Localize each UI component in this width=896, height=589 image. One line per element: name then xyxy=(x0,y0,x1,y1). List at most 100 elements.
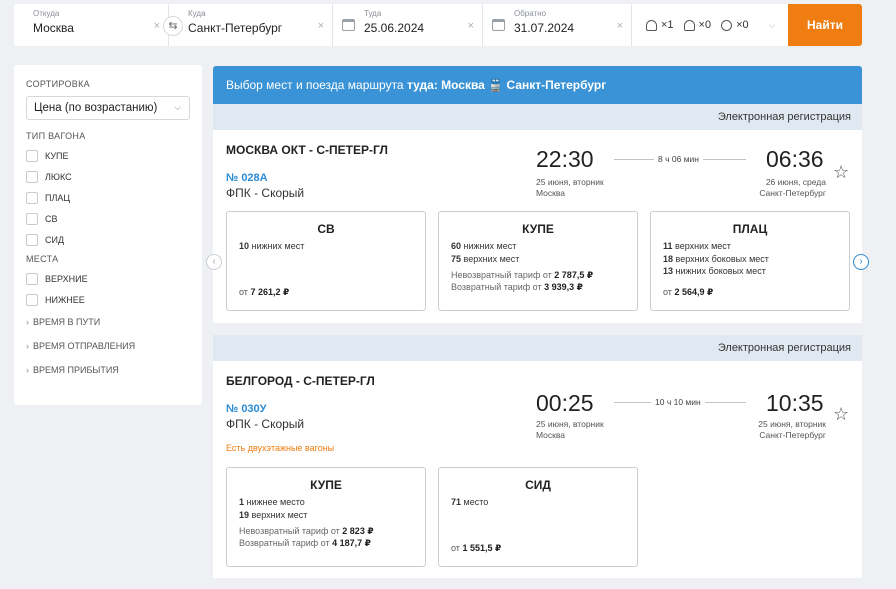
filter-section-label: ВРЕМЯ ОТПРАВЛЕНИЯ xyxy=(33,341,136,351)
class-option-2[interactable]: ПЛАЦ 11 верхних мест 18 верхних боковых ме… xyxy=(650,211,850,311)
wagon-type-checkbox[interactable]: ПЛАЦ xyxy=(26,187,190,208)
chevron-down-icon[interactable]: ⌵ xyxy=(769,20,776,31)
class-name: СВ xyxy=(317,222,335,236)
wagon-type-checkbox[interactable]: СИД xyxy=(26,229,190,250)
wagon-type-checkbox[interactable]: ЛЮКС xyxy=(26,166,190,187)
price-prefix: от xyxy=(663,287,675,297)
seat-type: верхних мест xyxy=(463,253,520,264)
seat-availability: 19 верхних мест xyxy=(239,509,413,522)
price-from: от 7 261,2 ₽ xyxy=(239,287,289,298)
filter-section-label: ВРЕМЯ В ПУТИ xyxy=(33,317,101,327)
date-there-label: Туда xyxy=(364,9,382,18)
price-from: от 2 564,9 ₽ xyxy=(663,287,713,298)
clear-date-there-icon[interactable]: × xyxy=(468,20,474,32)
checkbox-box[interactable] xyxy=(26,272,38,285)
price-value: 2 564,9 ₽ xyxy=(674,287,714,297)
class-option-1[interactable]: СИД 71 место от 1 551,5 ₽ xyxy=(438,467,638,567)
search-bar: Откуда Москва × ⇆ Куда Санкт-Петербург ×… xyxy=(14,4,862,46)
ereg-bar: Электронная регистрация xyxy=(213,104,862,130)
clear-date-back-icon[interactable]: × xyxy=(617,20,623,32)
seat-availability: 75 верхних мест xyxy=(451,253,625,266)
tariff-label: Невозвратный тариф от xyxy=(239,526,343,536)
date-back-field[interactable]: Обратно 31.07.2024 × xyxy=(483,4,632,46)
tariff-row: Невозвратный тариф от 2 823 ₽ xyxy=(239,525,413,537)
seat-count: 18 xyxy=(663,253,674,264)
scroll-right-icon[interactable]: › xyxy=(853,254,869,270)
date-there-field[interactable]: Туда 25.06.2024 × xyxy=(333,4,483,46)
chevron-right-icon: › xyxy=(26,365,29,375)
price-value: 1 551,5 ₽ xyxy=(462,543,502,553)
sort-select[interactable]: Цена (по возрастанию) ⌵ xyxy=(26,96,190,120)
favorite-star-icon[interactable]: ☆ xyxy=(833,404,849,425)
seat-count: 10 xyxy=(239,241,250,251)
calendar-icon xyxy=(342,19,355,31)
ereg-bar: Электронная регистрация xyxy=(213,335,862,361)
to-input[interactable]: Санкт-Петербург xyxy=(188,21,282,35)
tariff-label: Невозвратный тариф от xyxy=(451,270,555,280)
clear-to-icon[interactable]: × xyxy=(318,20,324,32)
filter-section-toggle[interactable]: › ВРЕМЯ В ПУТИ xyxy=(26,310,190,334)
wagon-type-label: СВ xyxy=(45,213,58,224)
to-field[interactable]: Куда Санкт-Петербург × xyxy=(169,4,333,46)
seat-type: нижних мест xyxy=(251,241,305,251)
scroll-left-icon[interactable]: ‹ xyxy=(206,254,222,270)
train-card: МОСКВА ОКТ - С-ПЕТЕР-ГЛ № 028А ФПК - Ско… xyxy=(206,130,869,323)
departure-info: 25 июня, вторник Москва xyxy=(536,177,604,199)
wagon-type-checkbox[interactable]: СВ xyxy=(26,208,190,229)
train-icon: 🚆 xyxy=(488,78,504,92)
from-field[interactable]: Откуда Москва × xyxy=(14,4,169,46)
train-name: ФПК - Скорый xyxy=(226,417,305,431)
wagon-type-checkbox[interactable]: КУПЕ xyxy=(26,145,190,166)
banner-destination: Санкт-Петербург xyxy=(506,78,607,92)
wagon-type-label: ЛЮКС xyxy=(45,171,72,182)
seat-type: верхних мест xyxy=(675,241,731,251)
departure-city: Москва xyxy=(536,188,566,198)
chevron-right-icon: › xyxy=(26,341,29,351)
arrival-date: 26 июня, среда xyxy=(765,177,826,187)
checkbox-box[interactable] xyxy=(26,212,38,225)
class-name: ПЛАЦ xyxy=(732,222,768,236)
class-option-0[interactable]: КУПЕ 1 нижнее место 19 верхних мест Невозвр… xyxy=(226,467,426,567)
places-checkbox[interactable]: НИЖНЕЕ xyxy=(26,289,190,310)
departure-time: 00:25 xyxy=(536,390,594,416)
seat-type: нижнее место xyxy=(246,497,305,507)
class-option-1[interactable]: КУПЕ 60 нижних мест 75 верхних мест Невозвр… xyxy=(438,211,638,311)
checkbox-box[interactable] xyxy=(26,293,38,306)
arrival-time: 10:35 xyxy=(766,390,824,416)
checkbox-box[interactable] xyxy=(26,149,38,162)
seat-availability: 13 нижних боковых мест xyxy=(663,265,837,278)
checkbox-box[interactable] xyxy=(26,170,38,183)
passengers-select[interactable]: ×1 ×0 ×0 ⌵ xyxy=(632,4,788,46)
checkbox-box[interactable] xyxy=(26,191,38,204)
clear-from-icon[interactable]: × xyxy=(154,20,160,32)
checkbox-box[interactable] xyxy=(26,233,38,246)
tariff-price: 2 787,5 ₽ xyxy=(554,270,594,280)
train-number-link[interactable]: № 030У xyxy=(226,403,267,415)
date-back-label: Обратно xyxy=(514,9,547,18)
class-name: СИД xyxy=(525,478,551,492)
arrival-city: Санкт-Петербург xyxy=(759,430,826,440)
seat-availability: 60 нижних мест xyxy=(451,240,625,253)
tariff-price: 3 939,3 ₽ xyxy=(544,282,583,292)
tariff-row: Невозвратный тариф от 2 787,5 ₽ xyxy=(451,269,625,281)
places-checkbox[interactable]: ВЕРХНИЕ xyxy=(26,268,190,289)
filters-panel: СОРТИРОВКА Цена (по возрастанию) ⌵ ТИП В… xyxy=(14,65,202,405)
filter-section-toggle[interactable]: › ВРЕМЯ ПРИБЫТИЯ xyxy=(26,358,190,382)
sort-title: СОРТИРОВКА xyxy=(26,79,90,89)
seat-availability: 10 нижних мест xyxy=(239,240,413,253)
train-number-link[interactable]: № 028А xyxy=(226,172,268,184)
class-option-0[interactable]: СВ 10 нижних мест от 7 261,2 ₽ xyxy=(226,211,426,311)
seat-type: место xyxy=(463,497,489,507)
from-input[interactable]: Москва xyxy=(33,21,74,35)
date-there-input[interactable]: 25.06.2024 xyxy=(364,21,424,35)
wagon-type-label: КУПЕ xyxy=(45,150,69,161)
find-button[interactable]: Найти xyxy=(788,4,862,46)
adults-count: ×1 xyxy=(661,19,674,31)
route-name: МОСКВА ОКТ - С-ПЕТЕР-ГЛ xyxy=(226,143,388,157)
seat-type: верхних мест xyxy=(251,509,308,520)
swap-icon[interactable]: ⇆ xyxy=(163,16,183,36)
filter-section-toggle[interactable]: › ВРЕМЯ ОТПРАВЛЕНИЯ xyxy=(26,334,190,358)
favorite-star-icon[interactable]: ☆ xyxy=(833,162,849,183)
tariff-price: 2 823 ₽ xyxy=(342,526,374,536)
date-back-input[interactable]: 31.07.2024 xyxy=(514,21,574,35)
